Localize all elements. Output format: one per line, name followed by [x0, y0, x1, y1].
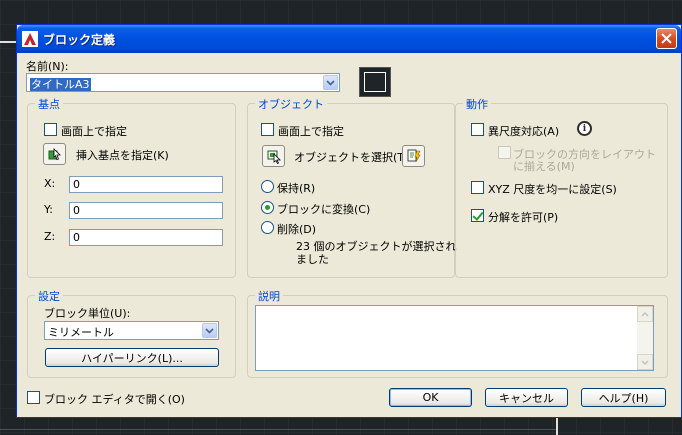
match-orientation-checkbox[interactable] [498, 146, 511, 159]
z-label: Z: [44, 230, 56, 243]
open-in-block-editor-label[interactable]: ブロック エディタで開く(O) [44, 391, 185, 407]
block-definition-dialog: ブロック定義 名前(N): タイトルA3 基点 画面上で指定 挿入基点を指定(K… [16, 24, 682, 418]
quick-select-button[interactable] [402, 145, 425, 167]
help-button[interactable]: ヘルプ(H) [581, 388, 666, 407]
objects-group-title: オブジェクト [255, 96, 327, 112]
chevron-down-icon [205, 327, 214, 334]
x-label: X: [44, 177, 56, 190]
match-orientation-label-line2: に揃える(M) [513, 160, 575, 173]
select-objects-icon [267, 150, 281, 164]
block-unit-combobox[interactable]: ミリメートル [44, 321, 219, 340]
window-title: ブロック定義 [43, 33, 116, 47]
open-in-block-editor-checkbox[interactable] [27, 391, 40, 404]
chevron-up-icon [641, 311, 649, 316]
pick-insertion-point-label: 挿入基点を指定(K) [76, 149, 169, 162]
scale-uniformly-checkbox[interactable] [471, 181, 484, 194]
basepoint-x-input[interactable]: 0 [69, 176, 223, 193]
drawing-line [0, 429, 556, 430]
annotative-label[interactable]: 異尺度対応(A) [488, 123, 559, 139]
basepoint-specify-on-screen-checkbox[interactable] [44, 123, 57, 136]
delete-objects-label[interactable]: 削除(D) [277, 221, 316, 237]
y-label: Y: [44, 203, 53, 216]
drawing-line [0, 41, 16, 43]
basepoint-group-title: 基点 [35, 96, 63, 112]
chevron-down-icon [326, 79, 335, 86]
scroll-down-button[interactable] [637, 354, 653, 370]
settings-group-title: 設定 [35, 288, 63, 304]
selection-status-line2: ました [296, 253, 329, 266]
annotative-checkbox[interactable] [471, 123, 484, 136]
block-name-dropdown-button[interactable] [323, 75, 338, 90]
block-unit-value: ミリメートル [48, 326, 114, 339]
block-unit-dropdown-button[interactable] [202, 323, 217, 338]
drawing-line [556, 418, 558, 435]
allow-exploding-label[interactable]: 分解を許可(P) [488, 209, 558, 225]
scroll-up-button[interactable] [637, 306, 653, 322]
select-objects-button[interactable] [262, 145, 285, 167]
quick-select-icon [407, 149, 421, 163]
hyperlink-button[interactable]: ハイパーリンク(L)... [45, 348, 219, 367]
name-label: 名前(N): [26, 60, 69, 73]
behavior-group-title: 動作 [463, 96, 491, 112]
ok-button[interactable]: OK [389, 388, 472, 407]
scale-uniformly-label[interactable]: XYZ 尺度を均一に設定(S) [488, 181, 617, 197]
close-icon [661, 33, 672, 44]
convert-to-block-label[interactable]: ブロックに変換(C) [277, 201, 370, 217]
info-icon[interactable]: i [577, 121, 592, 136]
block-unit-label: ブロック単位(U): [44, 307, 131, 320]
description-scrollbar[interactable] [637, 306, 653, 370]
block-name-combobox[interactable]: タイトルA3 [26, 73, 340, 92]
convert-to-block-radio[interactable] [261, 201, 274, 214]
block-name-value: タイトルA3 [30, 78, 91, 91]
pick-insertion-point-button[interactable] [43, 143, 66, 165]
basepoint-specify-on-screen-label[interactable]: 画面上で指定 [61, 123, 127, 139]
basepoint-z-input[interactable]: 0 [69, 229, 223, 246]
allow-exploding-checkbox[interactable] [471, 209, 484, 222]
delete-objects-radio[interactable] [261, 221, 274, 234]
autocad-app-icon [22, 31, 38, 47]
chevron-down-icon [641, 360, 649, 365]
retain-objects-radio[interactable] [261, 180, 274, 193]
description-group-title: 説明 [255, 288, 283, 304]
retain-objects-label[interactable]: 保持(R) [277, 180, 315, 196]
cancel-button[interactable]: キャンセル [485, 388, 568, 407]
close-button[interactable] [656, 28, 677, 49]
title-bar[interactable]: ブロック定義 [17, 25, 681, 53]
basepoint-y-input[interactable]: 0 [69, 202, 223, 219]
objects-specify-on-screen-checkbox[interactable] [261, 123, 274, 136]
pick-point-icon [48, 148, 61, 161]
select-objects-label: オブジェクトを選択(T) [294, 151, 409, 164]
description-textarea[interactable] [255, 305, 654, 371]
objects-specify-on-screen-label[interactable]: 画面上で指定 [278, 123, 344, 139]
block-preview [359, 67, 391, 97]
